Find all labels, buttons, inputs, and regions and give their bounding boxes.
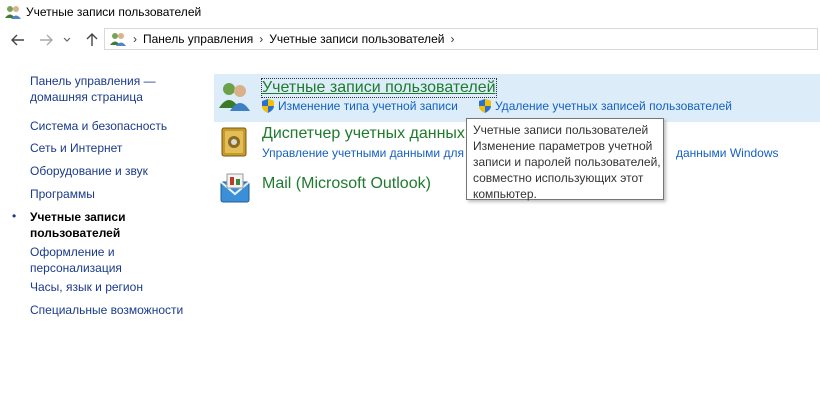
address-bar[interactable]: › Панель управления › Учетные записи пол… xyxy=(104,28,818,50)
users-icon xyxy=(5,6,21,19)
category-title-mail[interactable]: Mail (Microsoft Outlook) xyxy=(262,175,431,193)
category-title-user-accounts[interactable]: Учетные записи пользователей xyxy=(261,78,497,98)
credential-vault-icon[interactable] xyxy=(219,126,249,158)
current-item-bullet: • xyxy=(12,209,17,223)
sidebar-item-user-accounts[interactable]: Учетные записи пользователей xyxy=(30,209,210,241)
sidebar-item-network[interactable]: Сеть и Интернет xyxy=(30,140,210,156)
window-title: Учетные записи пользователей xyxy=(26,5,202,19)
recent-locations-button[interactable] xyxy=(60,30,74,50)
sidebar-item-label: персонализация xyxy=(30,261,122,275)
breadcrumb-separator[interactable]: › xyxy=(133,32,137,46)
uac-shield-icon xyxy=(479,99,491,113)
forward-button[interactable] xyxy=(36,30,56,50)
breadcrumb-control-panel[interactable]: Панель управления xyxy=(143,32,253,46)
breadcrumb-separator[interactable]: › xyxy=(450,32,454,46)
users-icon xyxy=(110,33,126,46)
back-button[interactable] xyxy=(8,30,28,50)
breadcrumb-user-accounts[interactable]: Учетные записи пользователей xyxy=(269,32,444,46)
arrow-left-icon xyxy=(11,34,24,46)
chevron-down-icon xyxy=(63,37,71,42)
tooltip-line: компьютер. xyxy=(473,187,537,201)
tooltip: Учетные записи пользователей Изменение п… xyxy=(466,118,664,201)
sidebar-item-hardware-sound[interactable]: Оборудование и звук xyxy=(30,163,210,179)
sidebar-item-clock-region[interactable]: Часы, язык и регион xyxy=(30,279,210,295)
tooltip-line: совместно использующих этот xyxy=(473,171,644,185)
arrow-up-icon xyxy=(86,33,98,46)
breadcrumb-separator[interactable]: › xyxy=(259,32,263,46)
manage-windows-credentials-link[interactable]: данными Windows xyxy=(676,146,779,160)
category-title-credential-manager[interactable]: Диспетчер учетных данных xyxy=(262,125,465,143)
arrow-right-icon xyxy=(40,34,53,46)
sidebar-item-label: пользователей xyxy=(30,226,121,240)
up-button[interactable] xyxy=(82,30,102,50)
sidebar-item-label: домашняя страница xyxy=(30,90,143,104)
sidebar-item-control-panel-home[interactable]: Панель управления — домашняя страница xyxy=(30,73,210,105)
sidebar-item-appearance[interactable]: Оформление и персонализация xyxy=(30,244,210,276)
tooltip-line: Изменение параметров учетной xyxy=(473,139,653,153)
change-account-type-link[interactable]: Изменение типа учетной записи xyxy=(278,99,458,113)
sidebar-item-system-security[interactable]: Система и безопасность xyxy=(30,118,210,134)
uac-shield-icon xyxy=(262,99,274,113)
manage-web-credentials-link[interactable]: Управление учетными данными для xyxy=(262,146,464,160)
tooltip-line: Учетные записи пользователей xyxy=(473,123,649,137)
mail-icon[interactable] xyxy=(219,172,251,204)
sidebar-item-programs[interactable]: Программы xyxy=(30,186,210,202)
tooltip-line: записи и паролей пользователей, xyxy=(473,155,661,169)
sidebar-item-label: Панель управления — xyxy=(30,74,156,88)
sidebar-item-label: Учетные записи xyxy=(30,210,126,224)
users-icon[interactable] xyxy=(218,80,252,112)
remove-user-accounts-link[interactable]: Удаление учетных записей пользователей xyxy=(495,99,732,113)
sidebar-item-accessibility[interactable]: Специальные возможности xyxy=(30,302,210,318)
sidebar-item-label: Оформление и xyxy=(30,245,115,259)
